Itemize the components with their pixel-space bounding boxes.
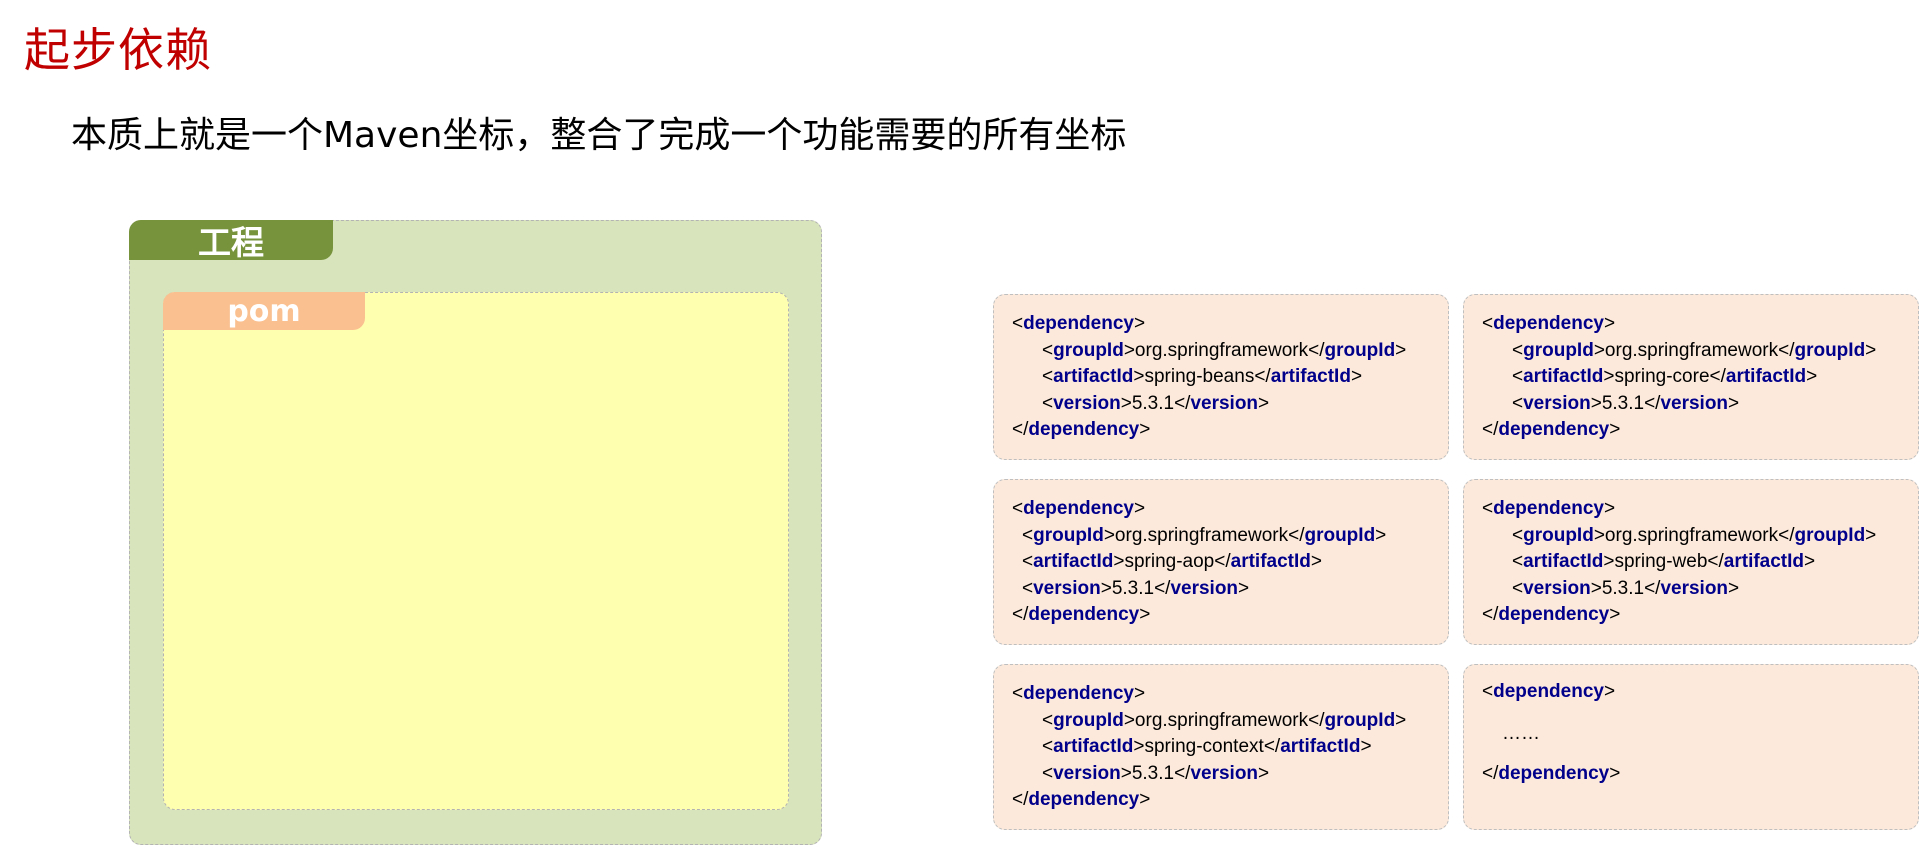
xml-tag-name: version <box>1033 577 1101 599</box>
artifactid-line: <artifactId>spring-context</artifactId> <box>1042 736 1372 757</box>
dependency-close: </dependency> <box>1482 604 1621 625</box>
xml-tag-name: artifactId <box>1033 551 1114 572</box>
ellipsis-text: …… <box>1502 722 1540 744</box>
xml-tag-name: artifactId <box>1230 551 1311 572</box>
xml-tag-name: groupId <box>1324 339 1396 361</box>
groupid-line: <groupId>org.springframework</groupId> <box>1022 524 1387 546</box>
project-tab: 工程 <box>129 220 333 262</box>
xml-tag-name: dependency <box>1498 762 1610 784</box>
xml-tag-name: dependency <box>1023 313 1134 334</box>
xml-tag-name: groupId <box>1304 524 1376 546</box>
version-value: 5.3.1 <box>1131 762 1175 784</box>
xml-tag-name: artifactId <box>1270 366 1351 387</box>
groupid-line: <groupId>org.springframework</groupId> <box>1512 524 1877 546</box>
xml-tag-name: artifactId <box>1280 736 1361 757</box>
dependency-close: </dependency> <box>1012 789 1151 810</box>
xml-tag-name: version <box>1190 392 1259 414</box>
groupid-value: org.springframework <box>1604 339 1779 361</box>
xml-tag-name: dependency <box>1028 419 1140 440</box>
version-line: <version>5.3.1</version> <box>1042 392 1270 414</box>
artifactid-line: <artifactId>spring-beans</artifactId> <box>1042 366 1363 387</box>
dependency-box-beans: <dependency> <groupId>org.springframewor… <box>993 294 1449 460</box>
xml-tag-name: dependency <box>1028 604 1140 625</box>
version-line: <version>5.3.1</version> <box>1512 577 1740 599</box>
artifactid-value: spring-aop <box>1124 551 1215 572</box>
xml-tag-name: groupId <box>1053 339 1124 361</box>
xml-tag-name: version <box>1523 577 1591 599</box>
xml-tag-name: groupId <box>1794 339 1866 361</box>
version-value: 5.3.1 <box>1131 392 1175 414</box>
dependency-box-context: <dependency> <groupId>org.springframewor… <box>993 664 1449 830</box>
page-subtitle: 本质上就是一个Maven坐标，整合了完成一个功能需要的所有坐标 <box>71 115 1127 156</box>
dependency-close: </dependency> <box>1482 419 1621 440</box>
version-line: <version>5.3.1</version> <box>1042 762 1270 784</box>
xml-tag-name: groupId <box>1794 524 1866 546</box>
dependency-close: </dependency> <box>1012 604 1151 625</box>
artifactid-line: <artifactId>spring-aop</artifactId> <box>1022 551 1322 572</box>
groupid-line: <groupId>org.springframework</groupId> <box>1042 709 1407 731</box>
dependency-box-aop: <dependency> <groupId>org.springframewor… <box>993 479 1449 645</box>
xml-tag-name: version <box>1170 577 1239 599</box>
xml-tag-name: dependency <box>1498 604 1610 625</box>
xml-tag-name: artifactId <box>1053 736 1134 757</box>
artifactid-value: spring-context <box>1144 736 1264 757</box>
xml-tag-name: dependency <box>1493 681 1604 702</box>
version-line: <version>5.3.1</version> <box>1022 577 1250 599</box>
xml-tag-name: version <box>1660 392 1729 414</box>
xml-tag-name: artifactId <box>1725 366 1807 387</box>
xml-tag-name: groupId <box>1324 709 1396 731</box>
artifactid-line: <artifactId>spring-web</artifactId> <box>1512 551 1816 572</box>
xml-tag-name: version <box>1190 762 1259 784</box>
groupid-value: org.springframework <box>1134 339 1309 361</box>
groupid-line: <groupId>org.springframework</groupId> <box>1512 339 1877 361</box>
page-title: 起步依赖 <box>24 23 212 77</box>
xml-tag-name: artifactId <box>1523 366 1604 387</box>
groupid-value: org.springframework <box>1604 524 1779 546</box>
artifactid-value: spring-core <box>1614 366 1710 387</box>
xml-tag-name: dependency <box>1493 313 1604 334</box>
dependency-box-more: <dependency> …… </dependency> <box>1463 664 1919 830</box>
xml-tag-name: dependency <box>1023 683 1134 704</box>
dependency-box-core: <dependency> <groupId>org.springframewor… <box>1463 294 1919 460</box>
version-line: <version>5.3.1</version> <box>1512 392 1740 414</box>
xml-tag-name: dependency <box>1493 498 1604 519</box>
dependency-close: </dependency> <box>1482 762 1621 784</box>
dependency-open: <dependency> <box>1482 313 1616 334</box>
xml-tag-name: artifactId <box>1523 551 1604 572</box>
groupid-value: org.springframework <box>1114 524 1289 546</box>
version-value: 5.3.1 <box>1601 392 1645 414</box>
dependency-close: </dependency> <box>1012 419 1151 440</box>
xml-tag-name: groupId <box>1523 339 1594 361</box>
xml-tag-name: version <box>1523 392 1591 414</box>
xml-tag-name: version <box>1053 392 1121 414</box>
groupid-value: org.springframework <box>1134 709 1309 731</box>
xml-tag-name: groupId <box>1523 524 1594 546</box>
pom-tab: pom <box>163 292 365 330</box>
artifactid-value: spring-beans <box>1144 366 1255 387</box>
version-value: 5.3.1 <box>1111 577 1155 599</box>
xml-tag-name: groupId <box>1053 709 1124 731</box>
xml-tag-name: dependency <box>1023 498 1134 519</box>
xml-tag-name: dependency <box>1028 789 1140 810</box>
dependency-open: <dependency> <box>1012 498 1146 519</box>
xml-tag-name: dependency <box>1498 419 1610 440</box>
dependency-open: <dependency> <box>1012 313 1146 334</box>
version-value: 5.3.1 <box>1601 577 1645 599</box>
groupid-line: <groupId>org.springframework</groupId> <box>1042 339 1407 361</box>
xml-tag-name: version <box>1660 577 1729 599</box>
xml-tag-name: groupId <box>1033 524 1104 546</box>
artifactid-value: spring-web <box>1614 551 1708 572</box>
dependency-open: <dependency> <box>1012 683 1146 704</box>
xml-tag-name: version <box>1053 762 1121 784</box>
dependency-open: <dependency> <box>1482 498 1616 519</box>
xml-tag-name: artifactId <box>1723 551 1805 572</box>
artifactid-line: <artifactId>spring-core</artifactId> <box>1512 366 1818 387</box>
dependency-open: <dependency> <box>1482 681 1616 702</box>
pom-container: pom <box>163 292 789 810</box>
project-container: 工程 pom <box>129 220 822 845</box>
xml-tag-name: artifactId <box>1053 366 1134 387</box>
dependency-box-web: <dependency> <groupId>org.springframewor… <box>1463 479 1919 645</box>
